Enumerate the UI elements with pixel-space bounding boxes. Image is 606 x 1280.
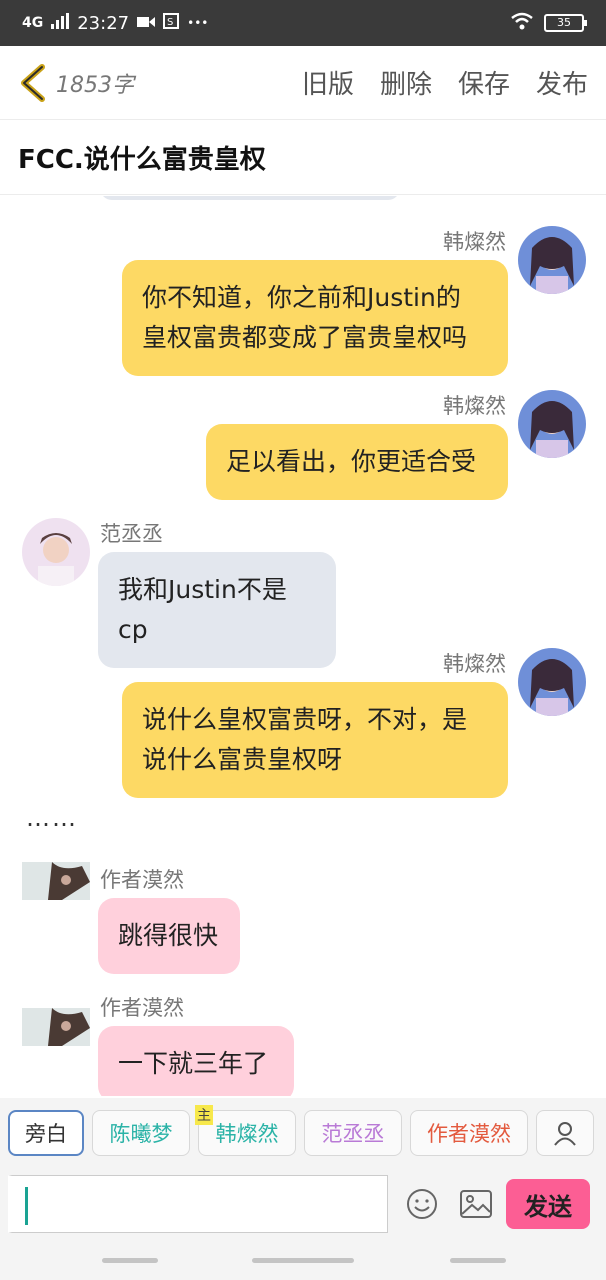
avatar[interactable]: [518, 390, 586, 458]
message-bubble[interactable]: 跳得很快: [98, 898, 240, 974]
wifi-icon: [510, 12, 534, 35]
nav-home-button[interactable]: [252, 1258, 354, 1263]
character-button[interactable]: 作者漠然: [410, 1110, 528, 1156]
message-text: 说什么富贵皇权呀: [142, 745, 343, 774]
person-icon[interactable]: [536, 1110, 594, 1156]
publish-button[interactable]: 发布: [536, 64, 588, 101]
message-text: 皇权富贵都变成了富贵皇权吗: [142, 323, 468, 352]
message-input[interactable]: [8, 1175, 388, 1233]
message-bubble[interactable]: 足以看出，你更适合受: [206, 424, 508, 500]
sender-name: 作者漠然: [100, 996, 184, 1020]
back-chevron-icon[interactable]: [18, 63, 48, 103]
avatar[interactable]: [22, 862, 90, 900]
message-text: 足以看出，你更适合受: [226, 447, 477, 476]
clock: 23:27: [77, 12, 130, 34]
word-count: 1853字: [56, 72, 134, 98]
sender-name: 韩燦然: [443, 652, 506, 676]
screenshot-icon: S: [163, 12, 180, 34]
more-status-icon: •••: [187, 16, 209, 30]
character-narrator-button[interactable]: 旁白: [8, 1110, 84, 1156]
character-selector: 旁白 陈曦梦 主 韩燦然 范丞丞 作者漠然: [0, 1098, 606, 1168]
narration-text[interactable]: ……: [26, 804, 78, 832]
signal-icon: [51, 12, 70, 34]
system-nav-bar: [0, 1240, 606, 1280]
nav-menu-button[interactable]: [102, 1258, 158, 1263]
battery-indicator: 35: [544, 14, 587, 32]
avatar[interactable]: [22, 1008, 90, 1046]
avatar[interactable]: [518, 648, 586, 716]
old-version-button[interactable]: 旧版: [302, 64, 354, 101]
character-button[interactable]: 陈曦梦: [92, 1110, 190, 1156]
message-text: 一下就三年了: [118, 1049, 269, 1078]
app-header: 1853字 旧版 删除 保存 发布: [0, 46, 606, 120]
video-icon: [137, 13, 156, 34]
message-bubble[interactable]: 你不知道，你之前和Justin的 皇权富贵都变成了富贵皇权吗: [122, 260, 508, 376]
network-indicator: 4G: [22, 15, 44, 31]
header-actions: 旧版 删除 保存 发布: [302, 64, 588, 101]
emoji-icon[interactable]: [402, 1184, 442, 1224]
avatar[interactable]: [22, 518, 90, 586]
input-row: 发送: [0, 1168, 606, 1240]
message-text: 说什么皇权富贵呀，不对，是: [142, 705, 468, 734]
message-text: 我和Justin不是cp: [118, 575, 287, 644]
message-bubble[interactable]: 说什么皇权富贵呀，不对，是 说什么富贵皇权呀: [122, 682, 508, 798]
status-bar: 4G 23:27 S ••• 35: [0, 0, 606, 46]
sender-name: 范丞丞: [100, 522, 163, 546]
delete-button[interactable]: 删除: [380, 64, 432, 101]
message-text: 跳得很快: [118, 921, 219, 950]
save-button[interactable]: 保存: [458, 64, 510, 101]
sender-name: 韩燦然: [443, 230, 506, 254]
text-caret: [25, 1187, 28, 1225]
image-icon[interactable]: [456, 1184, 496, 1224]
chat-area[interactable]: 韩燦然 你不知道，你之前和Justin的 皇权富贵都变成了富贵皇权吗 韩燦然 足…: [0, 196, 606, 1096]
character-button[interactable]: 主 韩燦然: [195, 1105, 296, 1156]
avatar[interactable]: [518, 226, 586, 294]
sender-name: 韩燦然: [443, 394, 506, 418]
svg-text:S: S: [167, 17, 173, 28]
message-text: 你不知道，你之前和Justin的: [142, 283, 461, 312]
send-button[interactable]: 发送: [506, 1179, 590, 1229]
partial-bubble: [100, 196, 400, 200]
sender-name: 作者漠然: [100, 868, 184, 892]
main-character-badge: 主: [195, 1105, 213, 1125]
document-title[interactable]: FCC.说什么富贵皇权: [0, 121, 606, 195]
nav-back-button[interactable]: [450, 1258, 506, 1263]
character-button[interactable]: 范丞丞: [304, 1110, 402, 1156]
message-bubble[interactable]: 我和Justin不是cp: [98, 552, 336, 668]
message-bubble[interactable]: 一下就三年了: [98, 1026, 294, 1096]
